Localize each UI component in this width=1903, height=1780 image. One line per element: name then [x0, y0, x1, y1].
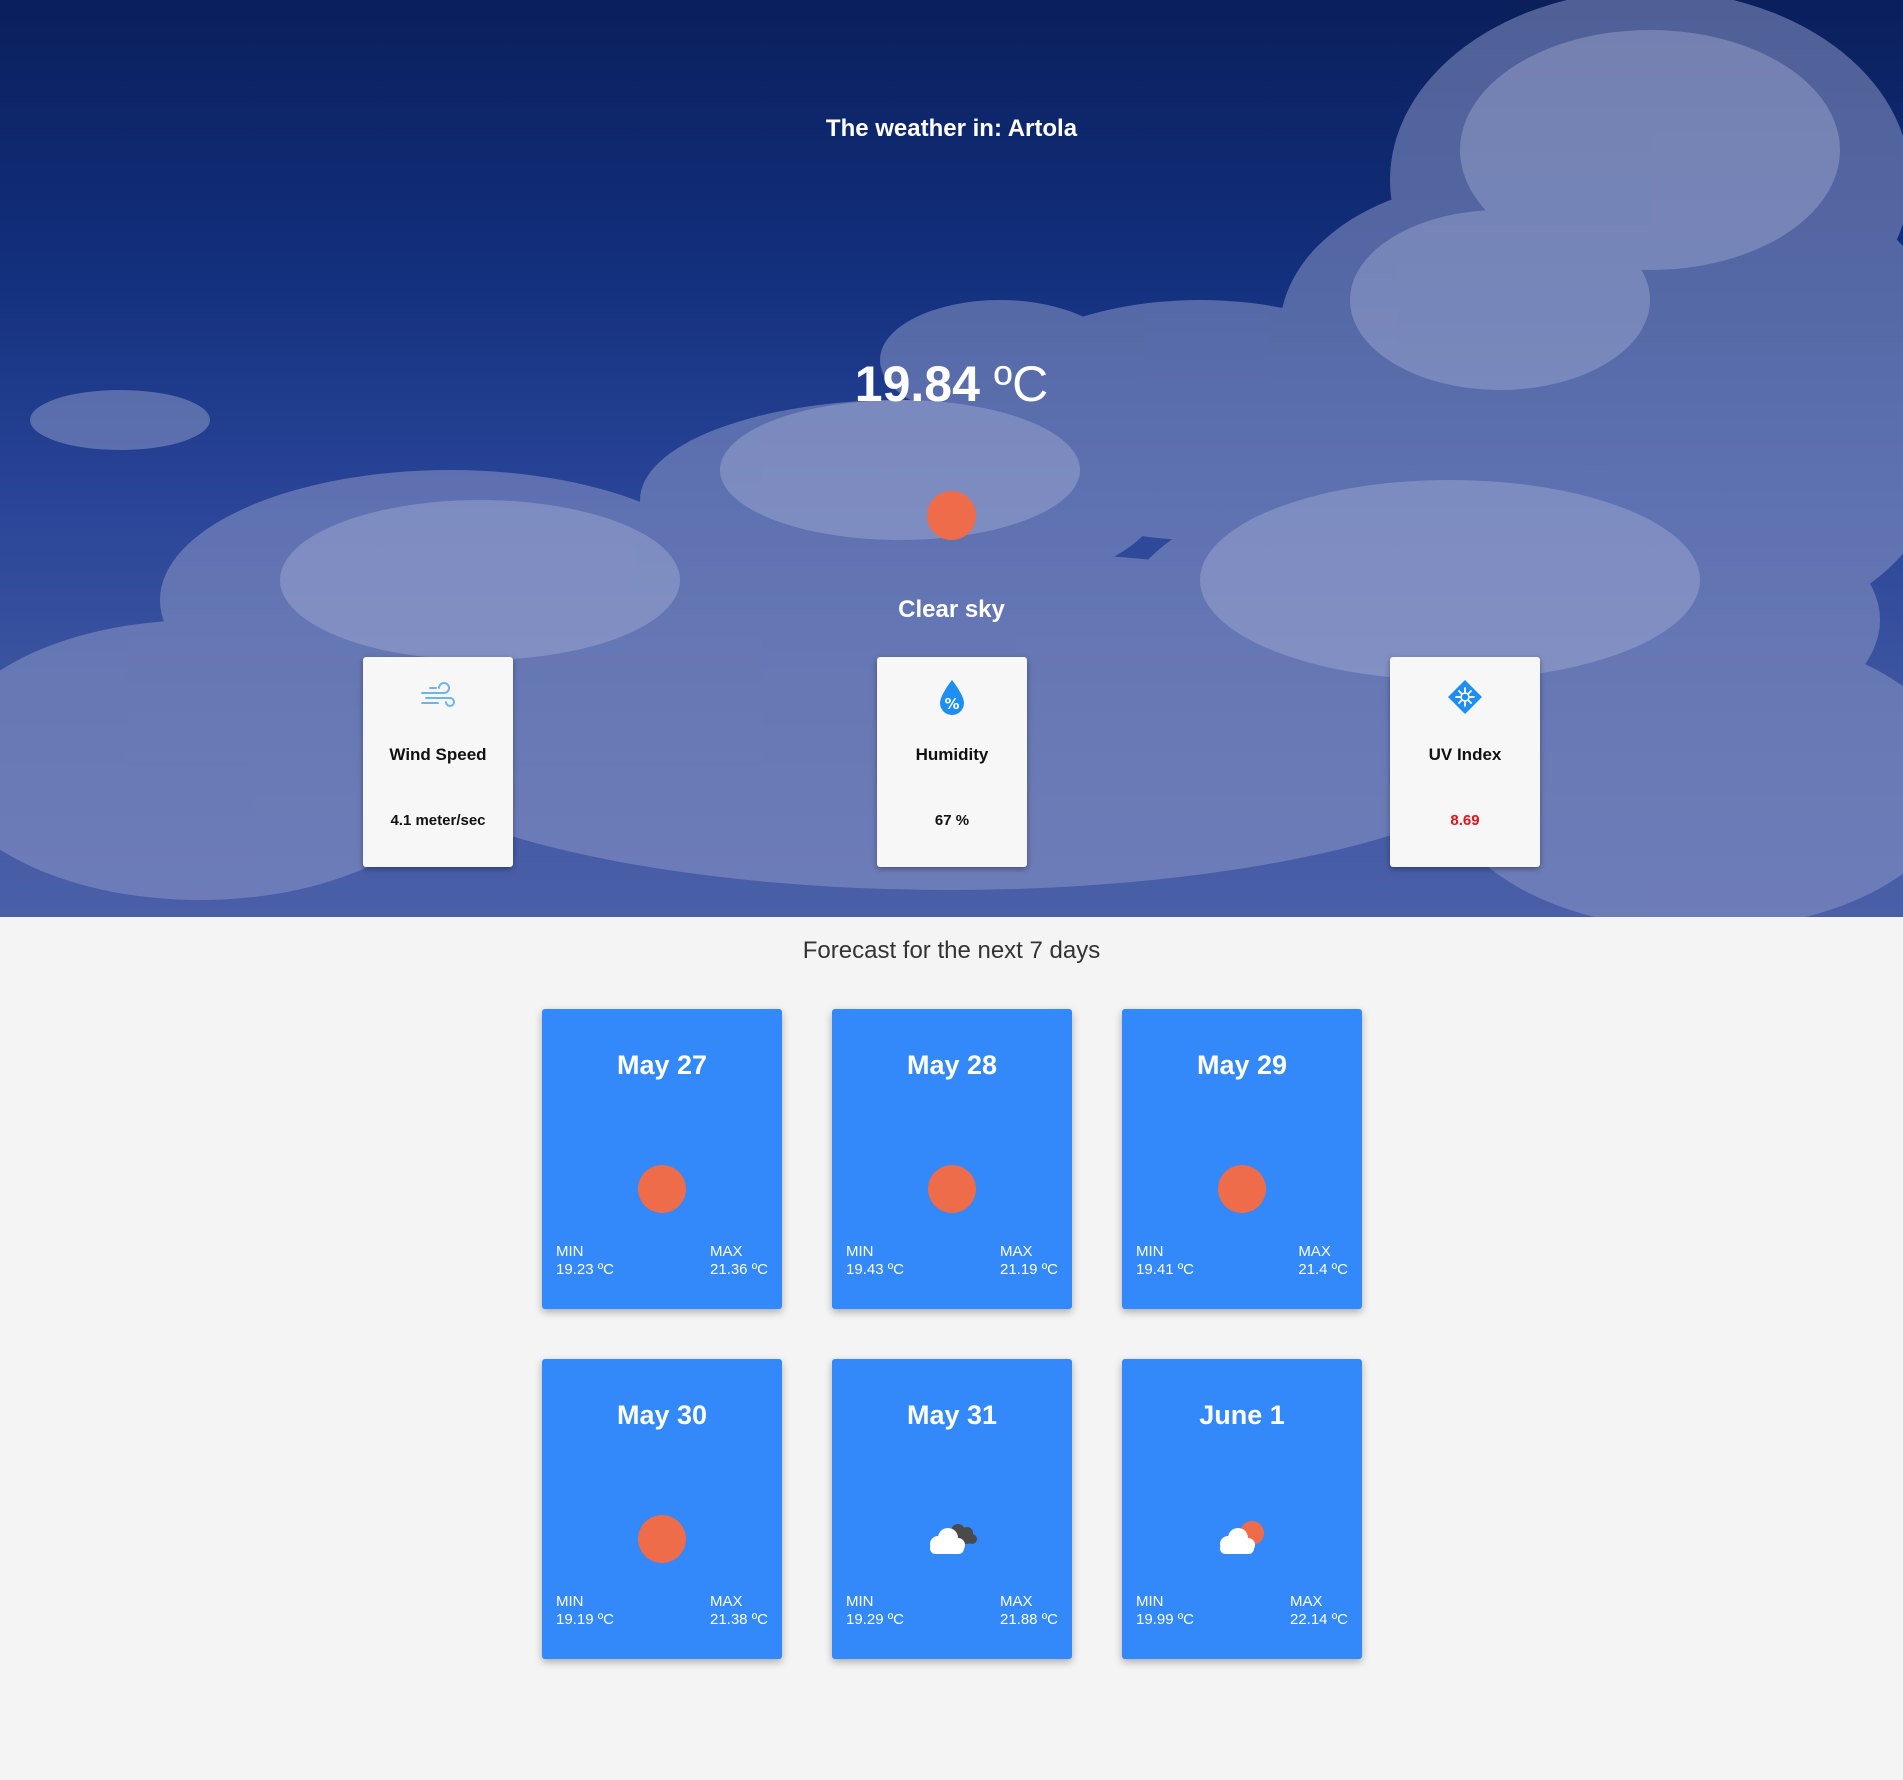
forecast-min: MIN 19.99 ºC — [1136, 1593, 1194, 1629]
svg-text:%: % — [944, 695, 959, 713]
forecast-max: MAX 21.38 ºC — [710, 1593, 768, 1629]
sun-icon — [638, 1515, 686, 1563]
forecast-max: MAX 21.36 ºC — [710, 1243, 768, 1279]
forecast-min: MIN 19.19 ºC — [556, 1593, 614, 1629]
uv-index-label: UV Index — [1428, 745, 1502, 764]
forecast-max: MAX 21.88 ºC — [1000, 1593, 1058, 1629]
forecast-day-card: May 31 MIN 19.29 ºC MAX 21.88 ºC — [832, 1359, 1072, 1659]
min-label: MIN — [556, 1593, 584, 1610]
max-label: MAX — [1298, 1243, 1331, 1260]
forecast-min: MIN 19.41 ºC — [1136, 1243, 1194, 1279]
location-title: The weather in: Artola — [825, 115, 1078, 142]
forecast-day-card: May 28 MIN 19.43 ºC MAX 21.19 ºC — [832, 1009, 1072, 1309]
max-label: MAX — [709, 1243, 743, 1260]
max-value: 21.36 ºC — [709, 1261, 768, 1278]
max-value: 21.19 ºC — [999, 1261, 1058, 1278]
forecast-date: June 1 — [1199, 1400, 1285, 1430]
min-value: 19.43 ºC — [846, 1261, 905, 1278]
hero-section: The weather in: Artola 19.84 ºC Clear sk… — [0, 0, 1903, 917]
forecast-day-card: May 30 MIN 19.19 ºC MAX 21.38 ºC — [542, 1359, 782, 1659]
forecast-date: May 27 — [616, 1050, 708, 1080]
sun-icon — [928, 1165, 976, 1213]
forecast-max: MAX 21.4 ºC — [1298, 1243, 1348, 1279]
forecast-date: May 30 — [616, 1400, 708, 1430]
temperature-value: 19.84 — [854, 356, 980, 412]
uv-snowflake-icon — [1448, 680, 1482, 714]
wind-speed-label: Wind Speed — [389, 745, 487, 764]
current-temperature: 19.84 ºC — [0, 355, 1903, 413]
forecast-day-card: May 27 MIN 19.23 ºC MAX 21.36 ºC — [542, 1009, 782, 1309]
humidity-label: Humidity — [915, 745, 989, 764]
humidity-drop-icon: % — [940, 680, 964, 715]
forecast-max: MAX 22.14 ºC — [1290, 1593, 1348, 1629]
sun-behind-cloud-icon — [1220, 1521, 1264, 1554]
wind-speed-value: 4.1 meter/sec — [390, 812, 486, 829]
max-label: MAX — [999, 1243, 1033, 1260]
max-value: 22.14 ºC — [1289, 1611, 1348, 1628]
sun-icon — [1218, 1165, 1266, 1213]
weather-description: Clear sky — [898, 596, 1005, 623]
forecast-min: MIN 19.43 ºC — [846, 1243, 904, 1279]
humidity-card: % Humidity 67 % — [877, 657, 1027, 867]
max-label: MAX — [999, 1593, 1033, 1610]
max-value: 21.88 ºC — [999, 1611, 1058, 1628]
uv-index-card: UV Index 8.69 — [1390, 657, 1540, 867]
min-value: 19.23 ºC — [556, 1261, 615, 1278]
wind-speed-card: Wind Speed 4.1 meter/sec — [363, 657, 513, 867]
forecast-day-card: June 1 MIN 19.99 ºC MAX 22.14 ºC — [1122, 1359, 1362, 1659]
humidity-value: 67 % — [934, 812, 970, 829]
max-value: 21.38 ºC — [709, 1611, 768, 1628]
min-label: MIN — [846, 1593, 874, 1610]
min-value: 19.19 ºC — [556, 1611, 615, 1628]
wind-icon — [421, 682, 455, 707]
dark-cloud-icon — [930, 1524, 977, 1554]
min-value: 19.99 ºC — [1136, 1611, 1195, 1628]
min-value: 19.41 ºC — [1136, 1261, 1195, 1278]
forecast-date: May 28 — [906, 1050, 998, 1080]
forecast-day-card: May 29 MIN 19.41 ºC MAX 21.4 ºC — [1122, 1009, 1362, 1309]
min-label: MIN — [846, 1243, 874, 1260]
max-value: 21.4 ºC — [1298, 1261, 1348, 1278]
forecast-max: MAX 21.19 ºC — [1000, 1243, 1058, 1279]
min-value: 19.29 ºC — [846, 1611, 905, 1628]
min-label: MIN — [1136, 1593, 1164, 1610]
forecast-date: May 29 — [1196, 1050, 1288, 1080]
forecast-title: Forecast for the next 7 days — [802, 937, 1101, 964]
uv-index-value: 8.69 — [1450, 812, 1480, 829]
temperature-unit: ºC — [979, 356, 1049, 412]
forecast-min: MIN 19.29 ºC — [846, 1593, 904, 1629]
sun-icon — [638, 1165, 686, 1213]
min-label: MIN — [556, 1243, 584, 1260]
forecast-date: May 31 — [906, 1400, 998, 1430]
forecast-min: MIN 19.23 ºC — [556, 1243, 614, 1279]
min-label: MIN — [1136, 1243, 1164, 1260]
max-label: MAX — [709, 1593, 743, 1610]
sun-icon — [927, 491, 976, 540]
max-label: MAX — [1289, 1593, 1323, 1610]
